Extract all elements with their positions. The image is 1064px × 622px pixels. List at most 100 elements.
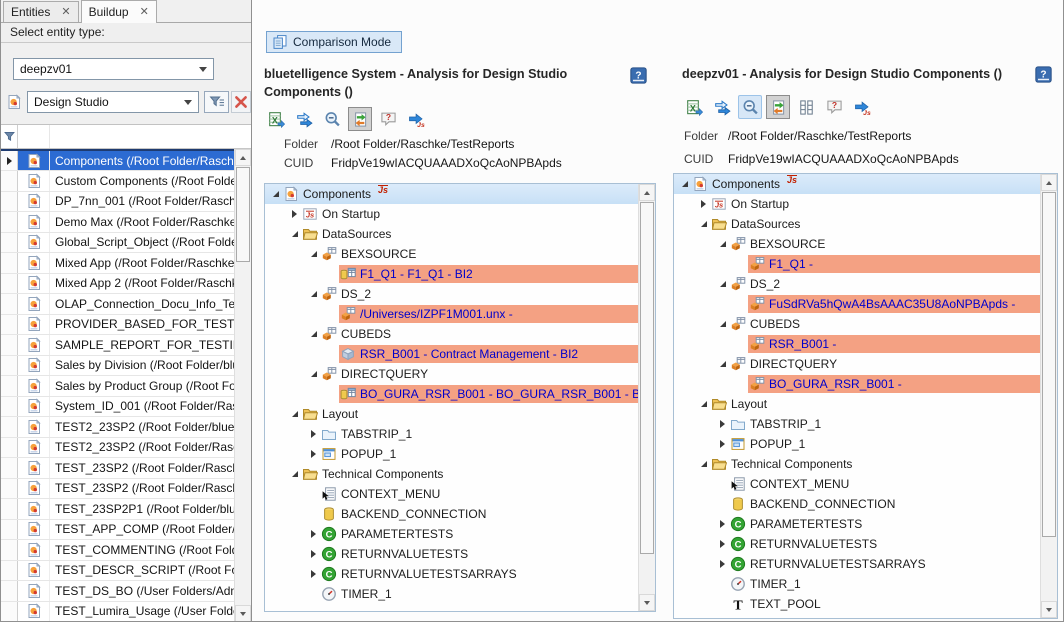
tree-row[interactable]: DataSources <box>265 224 638 244</box>
tree-row[interactable]: BEXSOURCE <box>265 244 638 264</box>
tree-row[interactable]: DS_2 <box>674 274 1040 294</box>
expander-icon[interactable] <box>697 401 710 407</box>
list-item[interactable]: Custom Components (/Root Folder/Ra <box>1 171 251 192</box>
scrollbar-thumb[interactable] <box>236 167 250 262</box>
tree-row[interactable]: CUBEDS <box>265 324 638 344</box>
tree-row[interactable]: /Universes/IZPF1M001.unx - <box>265 304 638 324</box>
expander-icon[interactable] <box>307 430 320 438</box>
tree-row[interactable]: BO_GURA_RSR_B001 - BO_GURA_RSR_B001 - BI… <box>265 384 638 404</box>
list-item[interactable]: TEST2_23SP2 (/Root Folder/bluetellig <box>1 417 251 438</box>
list-item[interactable]: TEST_APP_COMP (/Root Folder/bluet <box>1 520 251 541</box>
tree-scrollbar[interactable] <box>638 184 655 611</box>
tree-row[interactable]: Technical Components <box>674 454 1040 474</box>
swap-arrows-button[interactable] <box>710 95 734 119</box>
help-icon[interactable]: ? <box>1035 66 1052 83</box>
filter-row[interactable] <box>1 125 251 149</box>
expander-icon[interactable] <box>716 540 729 548</box>
tree-row[interactable]: POPUP_1 <box>265 444 638 464</box>
tree-row[interactable]: POPUP_1 <box>674 434 1040 454</box>
expander-icon[interactable] <box>697 461 710 467</box>
expander-icon[interactable] <box>307 570 320 578</box>
tree-row[interactable]: TABSTRIP_1 <box>674 414 1040 434</box>
tree-row[interactable]: TTEXT_POOL <box>674 594 1040 614</box>
scrollbar-thumb[interactable] <box>640 202 654 554</box>
tree-row[interactable]: BACKEND_CONNECTION <box>674 494 1040 514</box>
scroll-down-button[interactable] <box>639 594 655 611</box>
js-navigate-button[interactable]: Js <box>850 95 874 119</box>
expander-icon[interactable] <box>716 420 729 428</box>
expander-icon[interactable] <box>716 241 729 247</box>
tree-row[interactable]: CRETURNVALUETESTS <box>674 534 1040 554</box>
scroll-up-button[interactable] <box>235 149 251 166</box>
tree-row[interactable]: Layout <box>674 394 1040 414</box>
comparison-toggle-button[interactable] <box>766 95 790 119</box>
list-item[interactable]: Sales by Product Group (/Root Folder <box>1 376 251 397</box>
zoom-out-button[interactable] <box>320 107 344 131</box>
tree-row[interactable]: BEXSOURCE <box>674 234 1040 254</box>
js-navigate-button[interactable]: Js <box>404 107 428 131</box>
comparison-toggle-button[interactable] <box>348 107 372 131</box>
list-item[interactable]: Global_Script_Object (/Root Folder/R <box>1 233 251 254</box>
expander-icon[interactable] <box>716 281 729 287</box>
grid-view-button[interactable] <box>794 95 818 119</box>
tree-row[interactable]: JsOn Startup <box>265 204 638 224</box>
list-item[interactable]: DP_7nn_001 (/Root Folder/Raschke/T <box>1 192 251 213</box>
tree-row[interactable]: CPARAMETERTESTS <box>674 514 1040 534</box>
tree-row[interactable]: BACKEND_CONNECTION <box>265 504 638 524</box>
entity-type-select[interactable]: Design Studio <box>27 91 199 113</box>
tree-row[interactable]: RSR_B001 - Contract Management - BI2 <box>265 344 638 364</box>
expander-icon[interactable] <box>307 550 320 558</box>
list-item[interactable]: OLAP_Connection_Docu_Info_Test (/ <box>1 294 251 315</box>
tree-row[interactable]: JsOn Startup <box>674 194 1040 214</box>
close-icon[interactable]: ✕ <box>61 7 70 18</box>
tree-row[interactable]: Technical Components <box>265 464 638 484</box>
scroll-up-button[interactable] <box>639 184 655 201</box>
tree-row[interactable]: CRETURNVALUETESTS <box>265 544 638 564</box>
tree-row[interactable]: DIRECTQUERY <box>265 364 638 384</box>
expander-icon[interactable] <box>716 321 729 327</box>
system-select[interactable]: deepzv01 <box>13 58 214 80</box>
expander-icon[interactable] <box>678 181 691 187</box>
tree-row[interactable]: CRETURNVALUETESTSARRAYS <box>265 564 638 584</box>
tree-row[interactable]: CONTEXT_MENU <box>265 484 638 504</box>
expander-icon[interactable] <box>307 291 320 297</box>
comparison-mode-button[interactable]: Comparison Mode <box>266 31 402 53</box>
list-item[interactable]: SAMPLE_REPORT_FOR_TESTING_M ( <box>1 335 251 356</box>
tree-scrollbar[interactable] <box>1040 174 1057 618</box>
expander-icon[interactable] <box>307 530 320 538</box>
tab-entities[interactable]: Entities ✕ <box>3 1 79 22</box>
expander-icon[interactable] <box>716 520 729 528</box>
expander-icon[interactable] <box>697 200 710 208</box>
tab-buildup[interactable]: Buildup ✕ <box>81 0 157 23</box>
expander-icon[interactable] <box>288 210 301 218</box>
expander-icon[interactable] <box>288 411 301 417</box>
expander-icon[interactable] <box>307 450 320 458</box>
tree-row[interactable]: TABSTRIP_1 <box>265 424 638 444</box>
expander-icon[interactable] <box>716 440 729 448</box>
help-icon[interactable]: ? <box>630 67 647 84</box>
tree-row[interactable]: CRETURNVALUETESTSARRAYS <box>674 554 1040 574</box>
expander-icon[interactable] <box>716 560 729 568</box>
list-item[interactable]: TEST_Lumira_Usage (/User Folders/A <box>1 602 251 622</box>
list-item[interactable]: System_ID_001 (/Root Folder/Raschk <box>1 397 251 418</box>
tree-row[interactable]: FuSdRVa5hQwA4BsAAAC35U8AoNPBApds - <box>674 294 1040 314</box>
expander-icon[interactable] <box>269 191 282 197</box>
tree-row[interactable]: CUBEDS <box>674 314 1040 334</box>
comment-help-button[interactable]: ? <box>376 107 400 131</box>
list-item[interactable]: Sales by Division (/Root Folder/bluete <box>1 356 251 377</box>
excel-export-button[interactable]: X <box>264 107 288 131</box>
expander-icon[interactable] <box>307 251 320 257</box>
list-item[interactable]: Mixed App (/Root Folder/Raschke/De <box>1 253 251 274</box>
filter-button[interactable] <box>204 91 229 113</box>
list-item[interactable]: TEST_23SP2 (/Root Folder/Raschke/L <box>1 479 251 500</box>
sidebar-scrollbar[interactable] <box>234 149 251 622</box>
zoom-out-button[interactable] <box>738 95 762 119</box>
expander-icon[interactable] <box>288 471 301 477</box>
scrollbar-thumb[interactable] <box>1042 192 1056 537</box>
tree-row[interactable]: CPARAMETERTESTS <box>265 524 638 544</box>
tree-row[interactable]: TIMER_1 <box>674 574 1040 594</box>
expander-icon[interactable] <box>307 371 320 377</box>
tree-row[interactable]: BO_GURA_RSR_B001 - <box>674 374 1040 394</box>
list-item[interactable]: Mixed App 2 (/Root Folder/Raschke/D <box>1 274 251 295</box>
tree-row[interactable]: RSR_B001 - <box>674 334 1040 354</box>
